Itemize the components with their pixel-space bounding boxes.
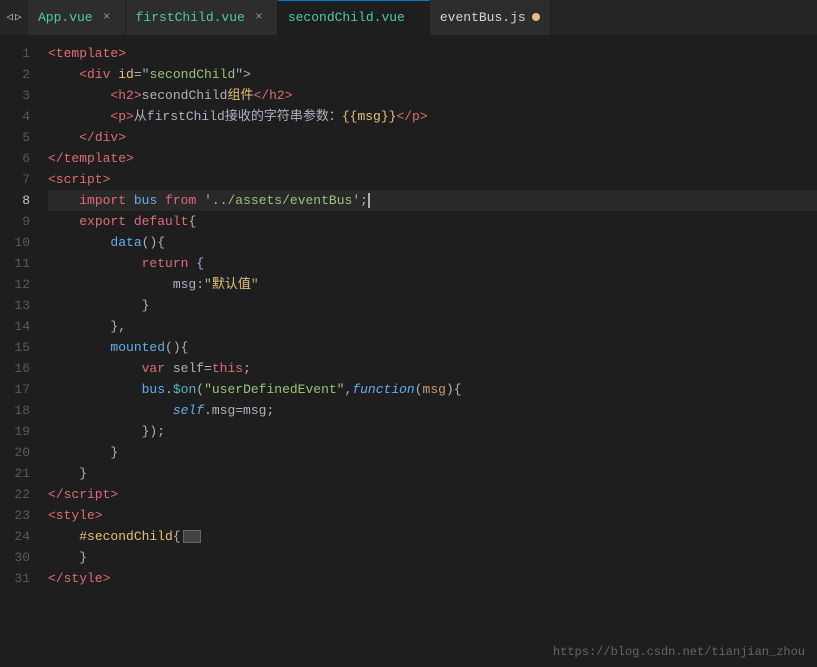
code-line-17: bus . $on ( "userDefinedEvent" , functio… [48, 379, 817, 400]
code-line-21: } [48, 463, 817, 484]
code-line-5: </div> [48, 127, 817, 148]
code-line-14: }, [48, 316, 817, 337]
code-line-11: return { [48, 253, 817, 274]
close-tab-firstchild[interactable]: × [251, 9, 267, 25]
tab-secondchild-vue[interactable]: secondChild.vue [278, 0, 430, 35]
code-line-24: #secondChild { [48, 526, 817, 547]
code-line-7: <script> [48, 169, 817, 190]
unsaved-dot [532, 13, 540, 21]
code-area[interactable]: <template> <div id =" secondChild "> <h2… [40, 35, 817, 667]
code-line-1: <template> [48, 43, 817, 64]
code-line-3: <h2> secondChild 组件 </h2> [48, 85, 817, 106]
code-line-8: import bus from '../assets/eventBus' ; [48, 190, 817, 211]
code-line-15: mounted (){ [48, 337, 817, 358]
line-numbers: 1 2 3 4 5 6 7 8 9 10 11 12 13 14 15 16 1… [0, 35, 40, 667]
modified-dot [411, 14, 419, 22]
code-line-13: } [48, 295, 817, 316]
code-line-9: export default { [48, 211, 817, 232]
code-line-10: data (){ [48, 232, 817, 253]
tab-label: eventBus.js [440, 10, 526, 25]
tab-label: firstChild.vue [136, 10, 245, 25]
code-line-23: <style> [48, 505, 817, 526]
editor-container: 1 2 3 4 5 6 7 8 9 10 11 12 13 14 15 16 1… [0, 35, 817, 667]
watermark: https://blog.csdn.net/tianjian_zhou [553, 645, 805, 659]
tab-label: App.vue [38, 10, 93, 25]
code-line-4: <p> 从firstChild接收的字符串参数： {{msg}} </p> [48, 106, 817, 127]
code-line-30: } [48, 547, 817, 568]
tab-app-vue[interactable]: App.vue × [28, 0, 126, 35]
code-line-16: var self= this ; [48, 358, 817, 379]
tab-label: secondChild.vue [288, 10, 405, 25]
tab-arrows[interactable]: ◁ ▷ [0, 0, 28, 35]
code-line-6: </template> [48, 148, 817, 169]
code-line-22: </script> [48, 484, 817, 505]
tab-firstchild-vue[interactable]: firstChild.vue × [126, 0, 278, 35]
code-line-20: } [48, 442, 817, 463]
code-line-2: <div id =" secondChild "> [48, 64, 817, 85]
code-line-31: </style> [48, 568, 817, 589]
close-tab-app[interactable]: × [99, 9, 115, 25]
tab-eventbus-js[interactable]: eventBus.js [430, 0, 551, 35]
code-line-18: self .msg=msg; [48, 400, 817, 421]
code-line-19: }); [48, 421, 817, 442]
code-line-12: msg: " 默认值 " [48, 274, 817, 295]
tab-bar: ◁ ▷ App.vue × firstChild.vue × secondChi… [0, 0, 817, 35]
